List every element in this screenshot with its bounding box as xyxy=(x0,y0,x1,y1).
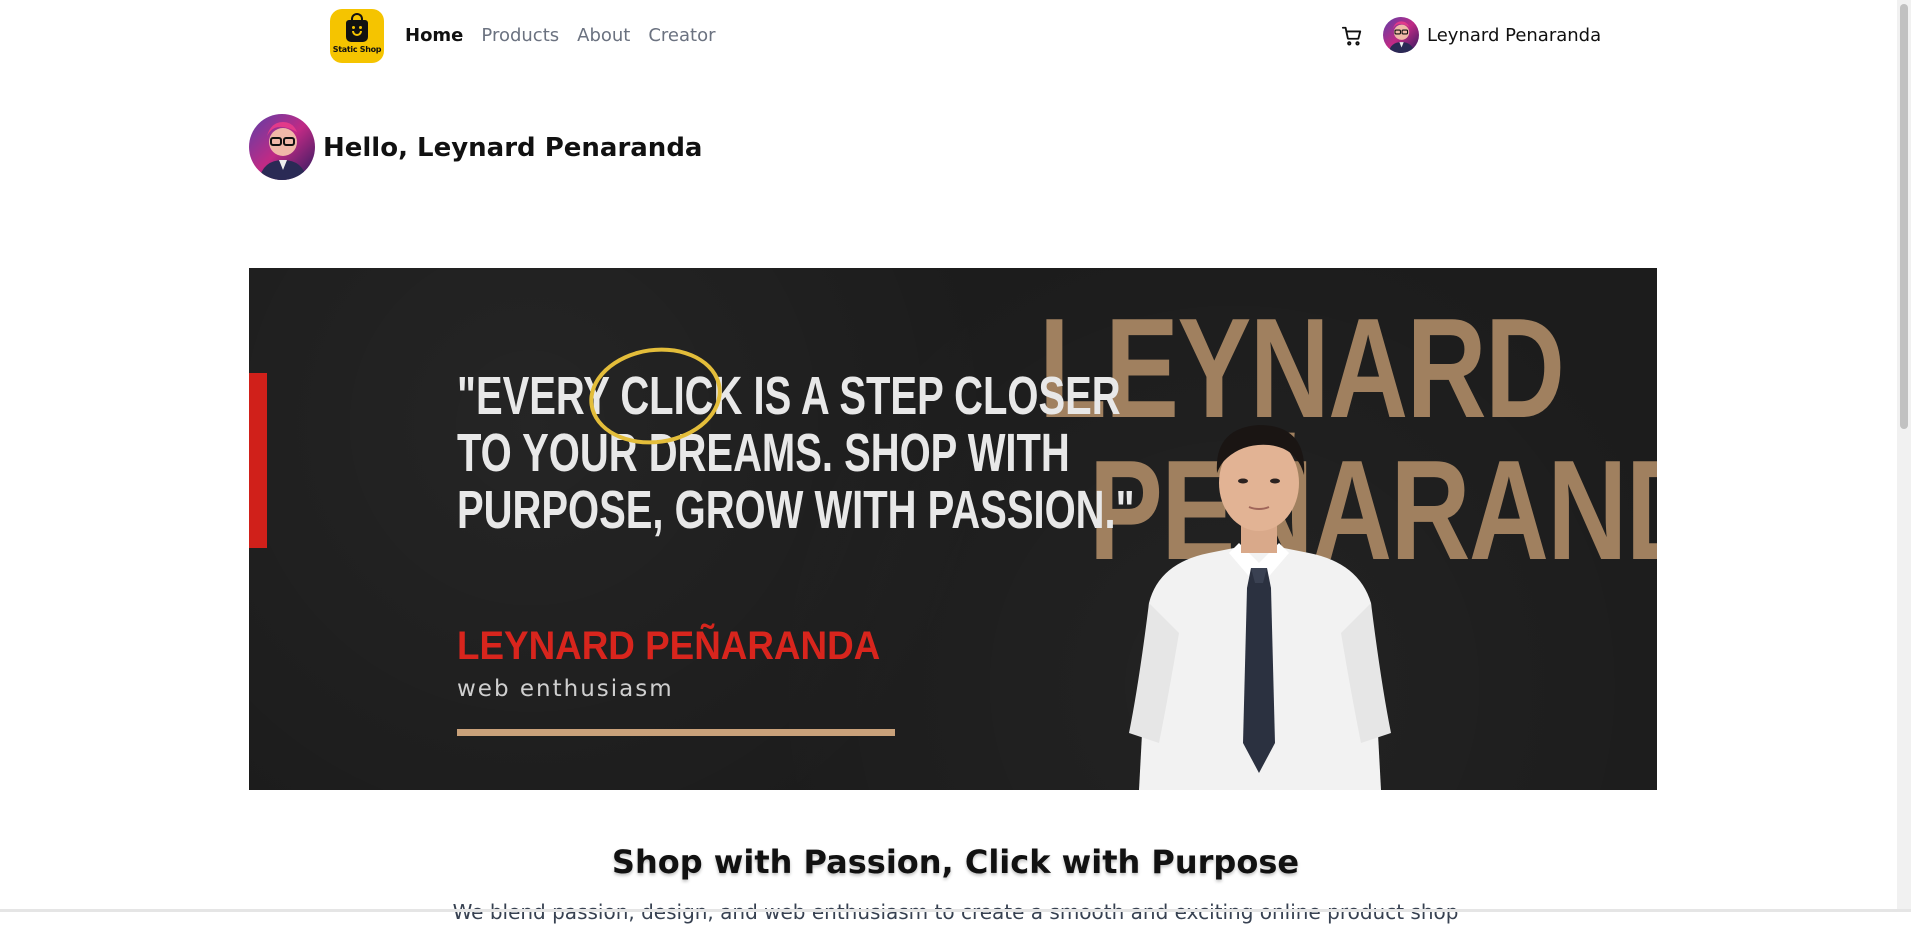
scrollbar-thumb[interactable] xyxy=(1900,4,1908,429)
page-scrollbar[interactable] xyxy=(1897,0,1911,912)
quote-line: TO YOUR DREAMS. SHOP WITH xyxy=(457,423,1070,483)
banner-tagline: web enthusiasm xyxy=(457,676,674,702)
nav-home[interactable]: Home xyxy=(405,23,463,49)
user-avatar[interactable] xyxy=(1383,17,1419,53)
navbar: Static Shop Home Products About Creator … xyxy=(0,0,1911,72)
banner-underline xyxy=(457,729,895,736)
nav-username[interactable]: Leynard Penaranda xyxy=(1427,23,1601,49)
nav-links: Home Products About Creator xyxy=(405,23,716,49)
nav-products[interactable]: Products xyxy=(481,23,559,49)
hero-banner: LEYNARD PEÑARANDA "EVERY CLICK IS A STEP… xyxy=(249,268,1657,790)
section-subtitle: We blend passion, design, and web enthus… xyxy=(452,900,1459,924)
logo-text: Static Shop xyxy=(332,45,382,54)
nav-about[interactable]: About xyxy=(577,23,630,49)
creator-photo xyxy=(1129,425,1391,790)
static-shop-logo[interactable]: Static Shop xyxy=(330,9,384,63)
quote-line: PURPOSE, GROW WITH PASSION." xyxy=(457,480,1135,540)
banner-sub-name: LEYNARD PEÑARANDA xyxy=(457,624,881,668)
cart-icon[interactable] xyxy=(1341,25,1363,47)
nav-creator[interactable]: Creator xyxy=(648,23,715,49)
shopping-bag-icon xyxy=(346,13,368,42)
section-title: Shop with Passion, Click with Purpose xyxy=(611,843,1300,881)
greeting-text: Hello, Leynard Penaranda xyxy=(323,133,703,163)
banner-red-accent xyxy=(249,373,267,548)
greeting-avatar xyxy=(249,114,315,180)
